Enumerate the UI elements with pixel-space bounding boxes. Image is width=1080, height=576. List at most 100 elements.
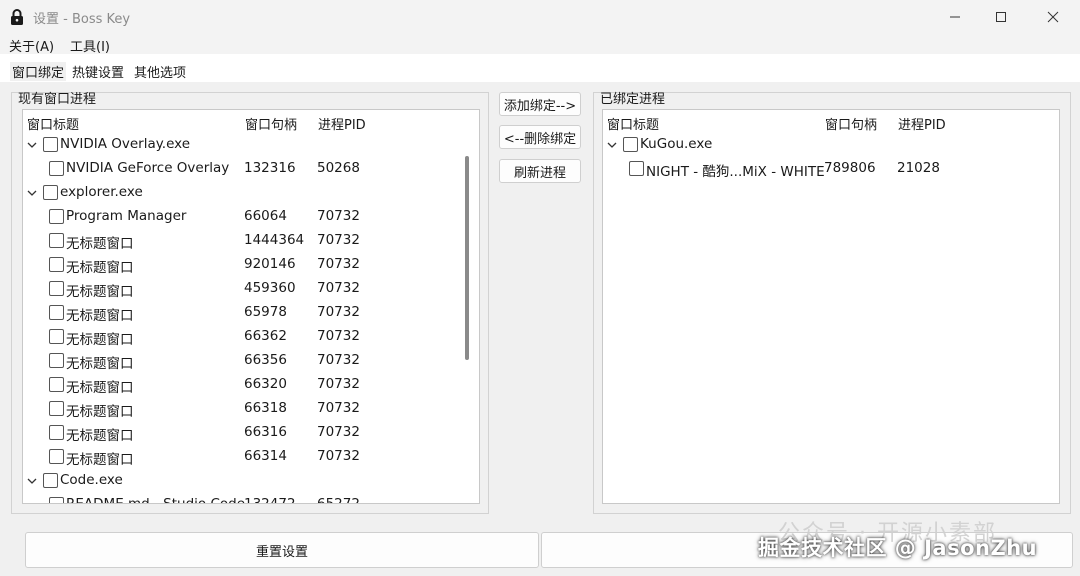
tree-item-row[interactable]: 无标题窗口 66314 70732 xyxy=(23,445,479,469)
cell-title: 无标题窗口 xyxy=(66,332,134,348)
cell-title: 无标题窗口 xyxy=(66,380,134,396)
checkbox[interactable] xyxy=(49,281,64,296)
chevron-down-icon[interactable] xyxy=(26,139,38,151)
checkbox[interactable] xyxy=(43,185,58,200)
cell-handle: 66314 xyxy=(244,448,287,464)
cell-title: 无标题窗口 xyxy=(66,260,134,276)
checkbox[interactable] xyxy=(49,209,64,224)
cell-title: Program Manager xyxy=(66,208,187,224)
cell-pid: 70732 xyxy=(317,280,360,296)
refresh-processes-button[interactable]: 刷新进程 xyxy=(499,159,581,183)
tree-item-row[interactable]: 无标题窗口 459360 70732 xyxy=(23,277,479,301)
column-header-handle[interactable]: 窗口句柄 xyxy=(245,114,297,133)
tree-item-row[interactable]: README.md - Studio Code 132472 65272 xyxy=(23,493,479,504)
cell-handle: 66064 xyxy=(244,208,287,224)
chevron-down-icon[interactable] xyxy=(26,187,38,199)
checkbox[interactable] xyxy=(49,377,64,392)
maximize-button[interactable] xyxy=(978,0,1024,34)
column-header-pid[interactable]: 进程PID xyxy=(318,114,366,133)
cell-pid: 70732 xyxy=(317,400,360,416)
tree-item-row[interactable]: Program Manager 66064 70732 xyxy=(23,205,479,229)
tree-item-row[interactable]: 无标题窗口 65978 70732 xyxy=(23,301,479,325)
cell-pid: 65272 xyxy=(317,496,360,504)
cell-pid: 70732 xyxy=(317,448,360,464)
tab-other-options[interactable]: 其他选项 xyxy=(134,62,186,81)
cell-pid: 70732 xyxy=(317,256,360,272)
cell-title: Code.exe xyxy=(60,472,123,488)
checkbox[interactable] xyxy=(49,497,64,503)
checkbox[interactable] xyxy=(49,449,64,464)
cell-pid: 70732 xyxy=(317,232,360,248)
cell-pid: 50268 xyxy=(317,160,360,176)
cell-handle: 66318 xyxy=(244,400,287,416)
menu-tools[interactable]: 工具(I) xyxy=(70,36,110,55)
checkbox[interactable] xyxy=(629,161,644,176)
checkbox[interactable] xyxy=(49,257,64,272)
tree-item-row[interactable]: NIGHT - 酷狗...MiX - WHITE 789806 21028 xyxy=(603,157,1059,181)
cell-handle: 132472 xyxy=(244,496,296,504)
cell-handle: 920146 xyxy=(244,256,296,272)
tree-group-row[interactable]: NVIDIA Overlay.exe xyxy=(23,133,479,157)
watermark-bottom: 掘金技术社区 @ JasonZhu xyxy=(758,536,1038,560)
cell-handle: 459360 xyxy=(244,280,296,296)
existing-processes-label: 现有窗口进程 xyxy=(18,92,97,107)
tree-group-row[interactable]: Code.exe xyxy=(23,469,479,493)
column-header-handle[interactable]: 窗口句柄 xyxy=(825,114,877,133)
cell-handle: 65978 xyxy=(244,304,287,320)
tree-item-row[interactable]: 无标题窗口 66318 70732 xyxy=(23,397,479,421)
menu-bar: 关于(A) 工具(I) xyxy=(0,34,1080,55)
cell-handle: 132316 xyxy=(244,160,296,176)
checkbox[interactable] xyxy=(43,473,58,488)
checkbox[interactable] xyxy=(49,305,64,320)
checkbox[interactable] xyxy=(49,161,64,176)
bound-processes-tree[interactable]: 窗口标题 窗口句柄 进程PID KuGou.exe NIGHT - 酷狗...Mi… xyxy=(602,109,1060,504)
cell-title: explorer.exe xyxy=(60,184,143,200)
tab-hotkey-settings[interactable]: 热键设置 xyxy=(72,62,124,81)
cell-pid: 70732 xyxy=(317,352,360,368)
existing-processes-tree[interactable]: 窗口标题 窗口句柄 进程PID NVIDIA Overlay.exe NVIDIA… xyxy=(22,109,480,504)
cell-title: NIGHT - 酷狗...MiX - WHITE xyxy=(646,164,825,180)
scrollbar-thumb[interactable] xyxy=(465,156,469,360)
tree-item-row[interactable]: 无标题窗口 66320 70732 xyxy=(23,373,479,397)
tab-strip: 窗口绑定 热键设置 其他选项 xyxy=(0,54,1080,82)
chevron-down-icon[interactable] xyxy=(26,475,38,487)
chevron-down-icon[interactable] xyxy=(606,139,618,151)
cell-pid: 70732 xyxy=(317,424,360,440)
column-header-pid[interactable]: 进程PID xyxy=(898,114,946,133)
cell-pid: 21028 xyxy=(897,160,940,176)
tree-group-row[interactable]: KuGou.exe xyxy=(603,133,1059,157)
menu-about[interactable]: 关于(A) xyxy=(9,36,54,55)
title-bar: 设置 - Boss Key xyxy=(0,0,1080,34)
remove-binding-button[interactable]: <--删除绑定 xyxy=(499,125,581,149)
tree-item-row[interactable]: NVIDIA GeForce Overlay 132316 50268 xyxy=(23,157,479,181)
checkbox[interactable] xyxy=(623,137,638,152)
lock-icon xyxy=(11,9,23,25)
cell-pid: 70732 xyxy=(317,328,360,344)
cell-title: 无标题窗口 xyxy=(66,428,134,444)
tree-item-row[interactable]: 无标题窗口 66362 70732 xyxy=(23,325,479,349)
tree-group-row[interactable]: explorer.exe xyxy=(23,181,479,205)
cell-handle: 66316 xyxy=(244,424,287,440)
add-binding-button[interactable]: 添加绑定--> xyxy=(499,92,581,116)
minimize-button[interactable] xyxy=(932,0,978,34)
checkbox[interactable] xyxy=(49,353,64,368)
tree-item-row[interactable]: 无标题窗口 920146 70732 xyxy=(23,253,479,277)
checkbox[interactable] xyxy=(49,329,64,344)
close-button[interactable] xyxy=(1030,0,1076,34)
tree-item-row[interactable]: 无标题窗口 66356 70732 xyxy=(23,349,479,373)
minimize-icon xyxy=(950,16,960,18)
cell-title: README.md - Studio Code xyxy=(66,496,246,504)
checkbox[interactable] xyxy=(43,137,58,152)
column-header-title[interactable]: 窗口标题 xyxy=(607,114,659,133)
column-header-title[interactable]: 窗口标题 xyxy=(27,114,79,133)
cell-handle: 1444364 xyxy=(244,232,305,248)
checkbox[interactable] xyxy=(49,425,64,440)
checkbox[interactable] xyxy=(49,401,64,416)
cell-title: 无标题窗口 xyxy=(66,452,134,468)
tree-item-row[interactable]: 无标题窗口 1444364 70732 xyxy=(23,229,479,253)
tab-window-binding[interactable]: 窗口绑定 xyxy=(10,62,67,81)
tree-item-row[interactable]: 无标题窗口 66316 70732 xyxy=(23,421,479,445)
reset-settings-button[interactable]: 重置设置 xyxy=(25,532,539,568)
checkbox[interactable] xyxy=(49,233,64,248)
bound-processes-label: 已绑定进程 xyxy=(600,92,666,107)
